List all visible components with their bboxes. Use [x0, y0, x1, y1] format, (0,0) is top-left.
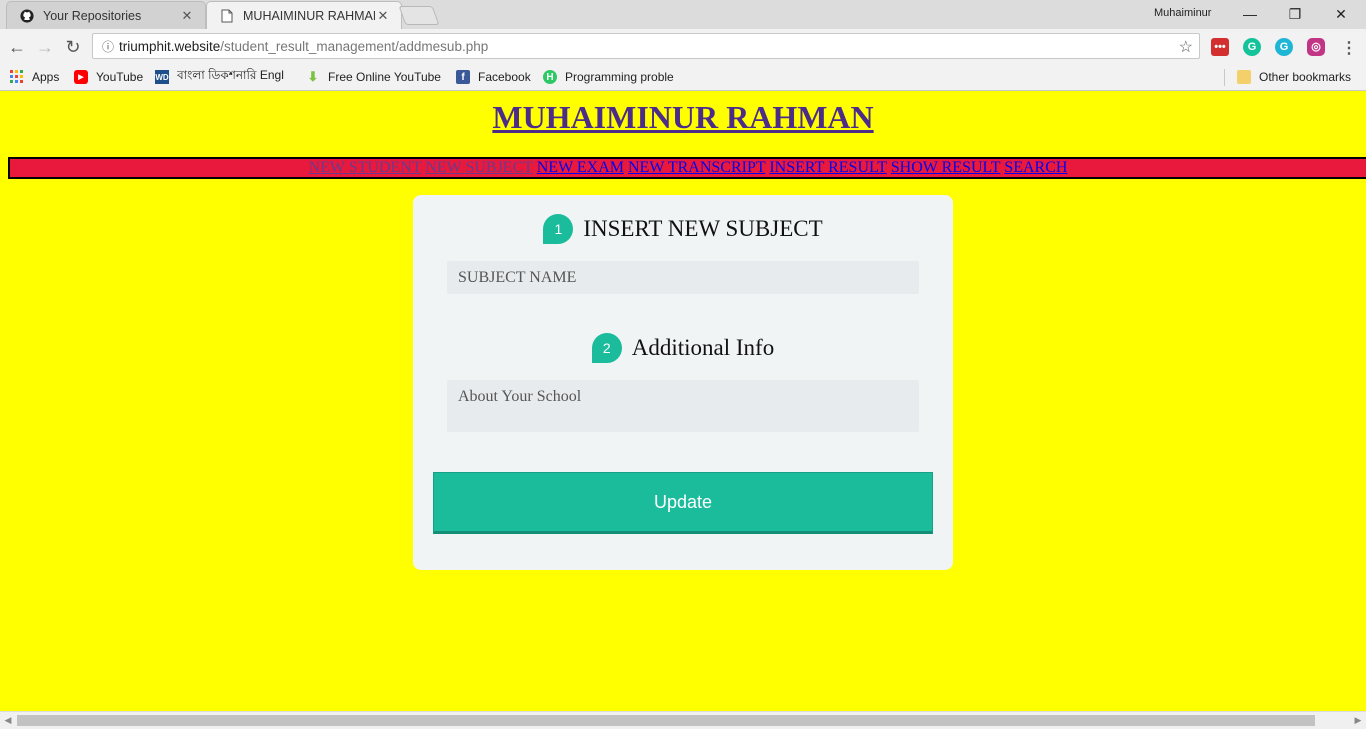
step2-title: Additional Info: [631, 335, 775, 360]
github-icon: [19, 8, 35, 24]
site-title[interactable]: MUHAIMINUR RAHMAN: [0, 99, 1366, 136]
facebook-icon: f: [456, 70, 470, 84]
nav-show-result[interactable]: SHOW RESULT: [891, 159, 1001, 176]
nav-new-transcript[interactable]: NEW TRANSCRIPT: [628, 159, 765, 176]
step-number-badge: 2: [591, 333, 622, 363]
menu-icon[interactable]: ⋮: [1341, 38, 1357, 58]
subject-form: 1 INSERT NEW SUBJECT SUBJECT NAME 2 Addi…: [413, 195, 953, 570]
bookmark-star-icon[interactable]: ☆: [1179, 37, 1193, 57]
bookmark-free-online-youtube[interactable]: ⬇ Free Online YouTube: [306, 68, 441, 86]
hackerrank-icon: H: [543, 70, 557, 84]
scrollbar-thumb[interactable]: [17, 715, 1315, 726]
horizontal-scrollbar[interactable]: ◀ ▶: [0, 711, 1366, 729]
new-tab-button[interactable]: [398, 6, 440, 25]
apps-grid-icon: [10, 70, 24, 84]
nav-new-subject[interactable]: NEW SUBJECT: [425, 159, 532, 176]
about-school-textarea[interactable]: About Your School: [447, 380, 919, 432]
bookmark-facebook[interactable]: f Facebook: [456, 68, 531, 86]
bookmark-label: বাংলা ডিকশনারি Engl: [177, 68, 284, 82]
bookmark-label: YouTube: [96, 70, 144, 84]
tab-your-repositories[interactable]: Your Repositories ✕: [6, 1, 206, 29]
page-content: MUHAIMINUR RAHMAN NEW STUDENT NEW SUBJEC…: [0, 91, 1366, 711]
bookmark-apps[interactable]: Apps: [10, 68, 59, 86]
bookmark-label: Apps: [32, 70, 60, 84]
bookmark-youtube[interactable]: ▶ YouTube: [74, 68, 143, 86]
profile-name[interactable]: Muhaiminur: [1154, 7, 1211, 19]
step2-legend: 2 Additional Info: [413, 333, 953, 363]
nav-new-exam[interactable]: NEW EXAM: [537, 159, 624, 176]
extension-lastpass-icon[interactable]: •••: [1211, 38, 1229, 56]
nav-new-student[interactable]: NEW STUDENT: [309, 159, 422, 176]
forward-arrow-icon[interactable]: →: [34, 37, 56, 57]
bookmark-label: Facebook: [478, 70, 531, 84]
grammarly-icon[interactable]: G: [1243, 38, 1261, 56]
step1-legend: 1 INSERT NEW SUBJECT: [413, 214, 953, 244]
back-arrow-icon[interactable]: ←: [6, 37, 28, 57]
update-button[interactable]: Update: [433, 472, 933, 534]
bookmarks-bar: Apps ▶ YouTube WD বাংলা ডিকশনারি Engl ⬇ …: [0, 65, 1366, 91]
folder-icon: [1237, 70, 1251, 84]
restore-icon[interactable]: ❐: [1272, 3, 1318, 25]
url-host: triumphit.website: [119, 38, 221, 54]
bookmark-programming-problems[interactable]: H Programming proble: [543, 68, 674, 86]
nav-search[interactable]: SEARCH: [1004, 159, 1067, 176]
scroll-left-icon[interactable]: ◀: [1, 713, 15, 728]
tab-title: Your Repositories: [43, 8, 142, 23]
wd-dictionary-icon: WD: [155, 70, 169, 84]
download-arrow-icon: ⬇: [307, 69, 319, 84]
tab-strip: Your Repositories ✕ MUHAIMINUR RAHMAN ✕ …: [0, 0, 1366, 29]
bookmark-dictionary[interactable]: WD বাংলা ডিকশনারি Engl: [155, 68, 284, 86]
url-path: /student_result_management/addmesub.php: [220, 38, 489, 54]
step-number-badge: 1: [543, 214, 574, 244]
bookmark-label: Programming proble: [565, 70, 674, 84]
nav-insert-result[interactable]: INSERT RESULT: [769, 159, 886, 176]
window-close-icon[interactable]: ✕: [1318, 3, 1364, 25]
step1-title: INSERT NEW SUBJECT: [583, 216, 823, 241]
main-nav: NEW STUDENT NEW SUBJECT NEW EXAM NEW TRA…: [8, 157, 1366, 179]
about-school-placeholder: About Your School: [458, 388, 582, 405]
close-icon[interactable]: ✕: [375, 8, 391, 24]
subject-name-input[interactable]: SUBJECT NAME: [447, 261, 919, 294]
bookmark-label: Free Online YouTube: [328, 70, 441, 84]
browser-toolbar: ← → ↻ ⓘ triumphit.website/student_result…: [0, 29, 1366, 65]
tab-muhaiminur-rahman[interactable]: MUHAIMINUR RAHMAN ✕: [206, 1, 402, 29]
scroll-right-icon[interactable]: ▶: [1351, 713, 1365, 728]
extension-g-icon[interactable]: G: [1275, 38, 1293, 56]
youtube-icon: ▶: [74, 70, 88, 84]
bookmark-other-bookmarks[interactable]: Other bookmarks: [1237, 68, 1351, 86]
bookmark-label: Other bookmarks: [1259, 70, 1352, 84]
subject-name-placeholder: SUBJECT NAME: [458, 269, 577, 286]
minimize-icon[interactable]: —: [1227, 3, 1273, 25]
tab-title: MUHAIMINUR RAHMAN: [243, 8, 375, 23]
page-icon: [219, 8, 235, 24]
instagram-icon[interactable]: ◎: [1307, 38, 1325, 56]
bookmarks-separator: [1224, 69, 1225, 86]
close-icon[interactable]: ✕: [179, 8, 195, 24]
address-bar[interactable]: ⓘ triumphit.website/student_result_manag…: [92, 33, 1200, 59]
reload-icon[interactable]: ↻: [62, 37, 84, 57]
info-icon[interactable]: ⓘ: [97, 38, 119, 55]
